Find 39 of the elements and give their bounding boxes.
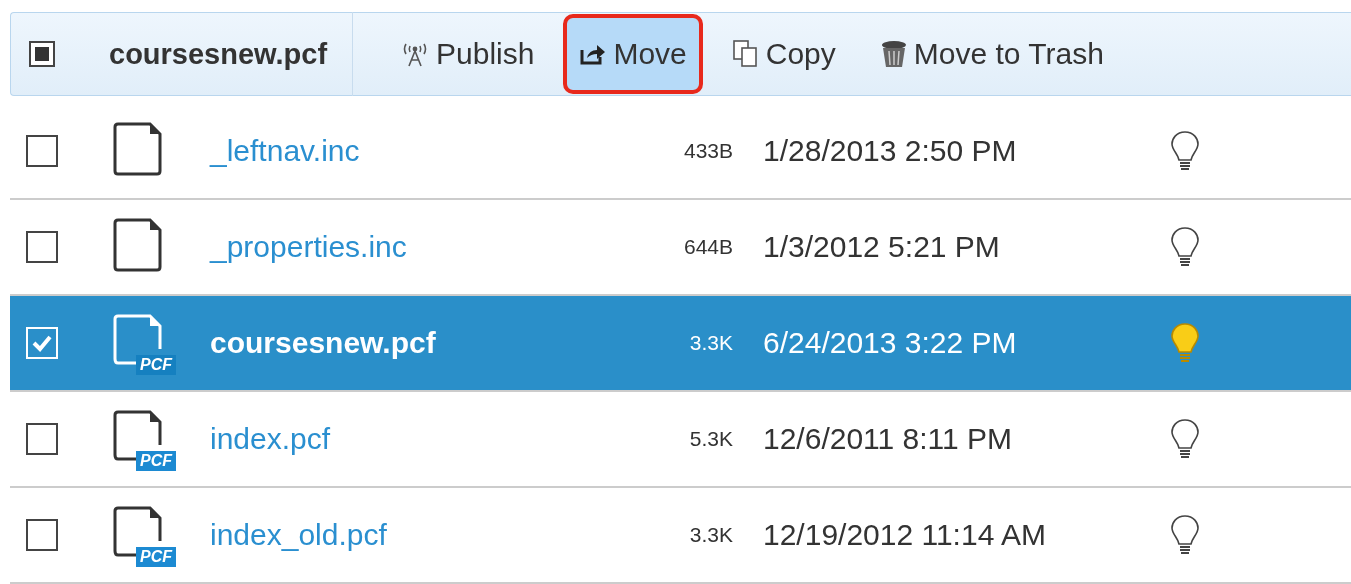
copy-button[interactable]: Copy bbox=[716, 12, 851, 96]
lightbulb-icon[interactable] bbox=[1170, 418, 1200, 460]
modified-date: 12/19/2012 11:14 AM bbox=[763, 518, 1047, 552]
trash-icon bbox=[879, 39, 908, 69]
file-row[interactable]: PCF index.pcf 5.3K 12/6/2011 8:11 PM bbox=[10, 392, 1351, 488]
file-name-link[interactable]: coursesnew.pcf bbox=[210, 326, 640, 360]
file-type-badge: PCF bbox=[136, 547, 176, 567]
file-row[interactable]: _leftnav.inc 433B 1/28/2013 2:50 PM bbox=[10, 104, 1351, 200]
file-type-badge: PCF bbox=[136, 451, 176, 471]
file-name-link[interactable]: _leftnav.inc bbox=[210, 134, 640, 168]
file-name-link[interactable]: index.pcf bbox=[210, 422, 640, 456]
modified-date: 1/3/2012 5:21 PM bbox=[763, 230, 1001, 264]
file-name-link[interactable]: index_old.pcf bbox=[210, 518, 640, 552]
selected-file-name: coursesnew.pcf bbox=[109, 12, 353, 96]
checkmark-icon bbox=[31, 333, 53, 353]
checkbox[interactable] bbox=[26, 231, 58, 263]
file-size: 3.3K bbox=[688, 523, 733, 547]
modified-date: 6/24/2013 3:22 PM bbox=[763, 326, 1018, 360]
lightbulb-icon[interactable] bbox=[1170, 226, 1200, 268]
file-name-link[interactable]: _properties.inc bbox=[210, 230, 640, 264]
select-all-checkbox[interactable] bbox=[29, 41, 55, 67]
file-size: 433B bbox=[682, 139, 733, 163]
checkbox[interactable] bbox=[26, 423, 58, 455]
lightbulb-icon[interactable] bbox=[1170, 130, 1200, 172]
publish-button[interactable]: Publish bbox=[385, 12, 550, 96]
file-size: 3.3K bbox=[688, 331, 733, 355]
checkbox[interactable] bbox=[26, 519, 58, 551]
move-button[interactable]: Move bbox=[563, 14, 703, 94]
trash-button[interactable]: Move to Trash bbox=[864, 12, 1119, 96]
checkbox[interactable] bbox=[26, 135, 58, 167]
file-row[interactable]: PCF coursesnew.pcf 3.3K 6/24/2013 3:22 PM bbox=[10, 296, 1351, 392]
modified-date: 12/6/2011 8:11 PM bbox=[763, 422, 1014, 456]
copy-icon bbox=[731, 39, 760, 69]
file-row[interactable]: PCF index_old.pcf 3.3K 12/19/2012 11:14 AM bbox=[10, 488, 1351, 584]
file-size: 644B bbox=[682, 235, 733, 259]
lightbulb-icon[interactable] bbox=[1170, 514, 1200, 556]
file-size: 5.3K bbox=[688, 427, 733, 451]
modified-date: 1/28/2013 2:50 PM bbox=[763, 134, 1018, 168]
file-type-badge: PCF bbox=[136, 355, 176, 375]
